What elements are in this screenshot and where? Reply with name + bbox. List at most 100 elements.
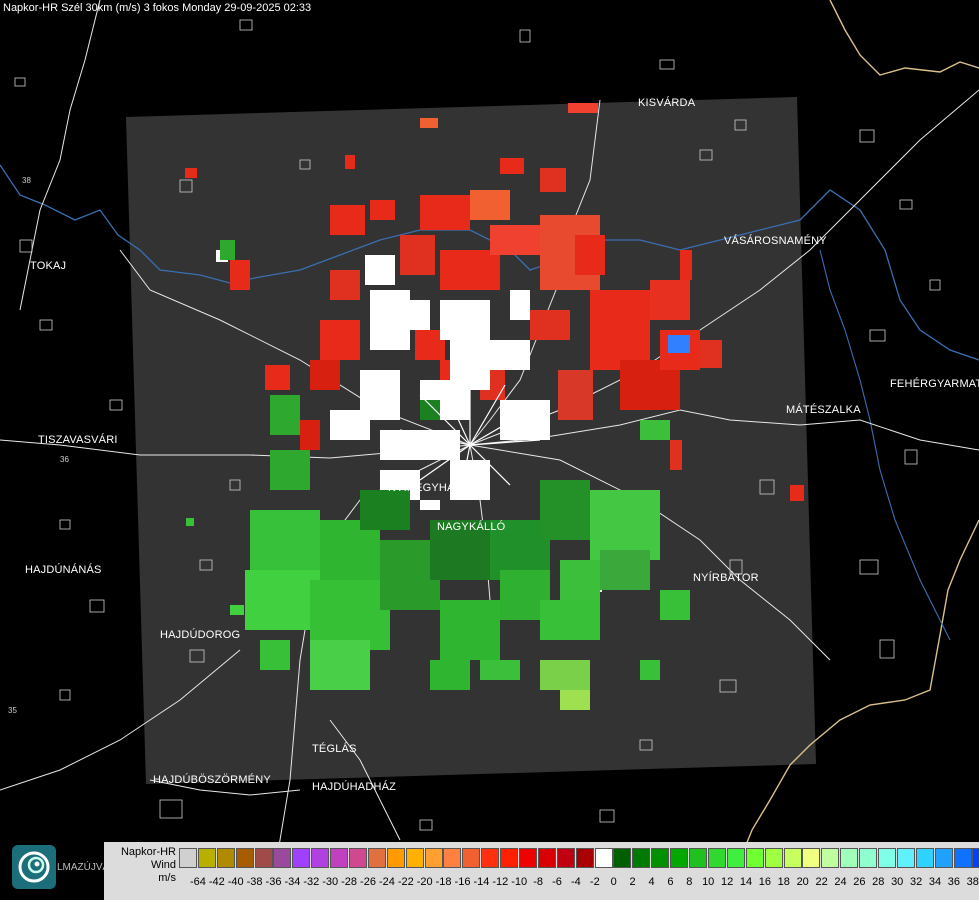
- city-label: KISVÁRDA: [638, 97, 696, 109]
- road-number-35: 35: [8, 706, 17, 715]
- legend-tick-label: -18: [435, 876, 452, 888]
- city-label: HAJDÚHADHÁZ: [312, 781, 397, 793]
- legend-tick-label: 4: [648, 876, 655, 888]
- legend-swatch: [235, 848, 254, 868]
- legend-swatch: [972, 848, 979, 868]
- legend-swatch: [651, 848, 670, 868]
- legend-tick-label: 32: [909, 876, 923, 888]
- legend-swatch: [500, 848, 519, 868]
- legend-tick-label: 28: [872, 876, 885, 888]
- legend-swatch: [556, 848, 575, 868]
- legend-swatch: [802, 848, 821, 868]
- legend-title-line1: Napkor-HR: [120, 846, 176, 858]
- legend-tick-label: 20: [796, 876, 809, 888]
- legend-tick-label: -34: [284, 876, 301, 888]
- legend-tick-label: 22: [815, 876, 828, 888]
- legend-tick-label: 6: [667, 876, 674, 888]
- city-label: VÁSÁROSNAMÉNY: [724, 235, 827, 247]
- legend-tick-label: -12: [492, 876, 509, 888]
- legend-tick-label: -6: [552, 876, 562, 888]
- legend-swatch: [367, 848, 386, 868]
- legend-tick-label: -28: [341, 876, 358, 888]
- legend-swatch: [311, 848, 330, 868]
- legend-swatch: [254, 848, 273, 868]
- legend-swatch: [273, 848, 292, 868]
- legend-tick-label: -4: [571, 876, 581, 888]
- legend-tick-label: -32: [303, 876, 320, 888]
- radar-map: 38 36 35: [0, 0, 979, 900]
- legend-swatch: [462, 848, 481, 868]
- legend-swatch: [613, 848, 632, 868]
- legend-tick-label: 24: [834, 876, 847, 888]
- legend-swatch: [519, 848, 538, 868]
- legend-swatch: [670, 848, 689, 868]
- legend-tick-label: -36: [265, 876, 282, 888]
- legend-swatch: [915, 848, 934, 868]
- legend-swatch: [216, 848, 235, 868]
- legend-swatch: [877, 848, 896, 868]
- legend-swatch: [632, 848, 651, 868]
- legend-swatch: [481, 848, 500, 868]
- szamos-river: [819, 249, 951, 641]
- legend-swatch: [386, 848, 405, 868]
- legend-swatch: [934, 848, 953, 868]
- legend-swatch: [896, 848, 915, 868]
- legend-swatch: [726, 848, 745, 868]
- legend-tick-label: 12: [720, 876, 734, 888]
- legend-tick-label: 0: [610, 876, 617, 888]
- legend-swatch: [330, 848, 349, 868]
- legend-tick-label: -42: [208, 876, 225, 888]
- city-label: HAJDÚNÁNÁS: [25, 564, 102, 576]
- legend-tick-label: 8: [686, 876, 693, 888]
- legend-tick-label: 38: [966, 876, 979, 888]
- swirl-icon: [12, 845, 56, 889]
- legend-tick-label: -22: [397, 876, 414, 888]
- legend-swatches: [179, 848, 979, 868]
- legend-tick-label: -16: [454, 876, 471, 888]
- legend-tick-label: -40: [227, 876, 244, 888]
- legend-swatch: [197, 848, 216, 868]
- city-label: NAGYKÁLLÓ: [437, 521, 506, 533]
- legend-swatch: [575, 848, 594, 868]
- legend-title: Napkor-HR Wind m/s: [104, 846, 176, 885]
- legend-tick-label: -14: [473, 876, 490, 888]
- city-label: TÉGLÁS: [312, 743, 357, 755]
- city-label: NYÍREGYHÁZA: [388, 482, 470, 494]
- legend-swatch: [349, 848, 368, 868]
- legend-swatch: [292, 848, 311, 868]
- legend-swatch: [953, 848, 972, 868]
- road-number-38: 38: [22, 176, 31, 185]
- city-label: HAJDÚDOROG: [160, 629, 241, 641]
- city-label: MÁTÉSZALKA: [786, 404, 861, 416]
- color-legend: Napkor-HR Wind m/s -64 -42 -40 -38 -36 -34 -32…: [104, 842, 979, 900]
- legend-tick-label: -26: [360, 876, 376, 888]
- legend-swatch: [594, 848, 613, 868]
- road-number-36: 36: [60, 455, 69, 464]
- legend-swatch: [443, 848, 462, 868]
- legend-swatch: [783, 848, 802, 868]
- legend-swatch: [745, 848, 764, 868]
- legend-tick-label: -8: [533, 876, 543, 888]
- city-label: NYÍRBÁTOR: [693, 572, 759, 584]
- legend-tick-label: -30: [322, 876, 339, 888]
- legend-tick-label: 10: [702, 876, 715, 888]
- legend-tick-label: -64: [189, 876, 206, 888]
- legend-tick-label: -24: [378, 876, 395, 888]
- legend-swatch: [707, 848, 726, 868]
- map-title: Napkor-HR Szél 30km (m/s) 3 fokos Monday…: [3, 2, 312, 14]
- legend-swatch: [840, 848, 859, 868]
- legend-tick-label: 16: [758, 876, 772, 888]
- legend-tick-label: -20: [416, 876, 433, 888]
- legend-swatch: [179, 848, 197, 868]
- city-label: FEHÉRGYARMAT: [890, 378, 979, 390]
- legend-swatch: [859, 848, 878, 868]
- legend-title-line2: Wind: [150, 859, 176, 871]
- legend-swatch: [689, 848, 708, 868]
- city-label: TOKAJ: [30, 260, 67, 272]
- legend-tick-label: 26: [853, 876, 866, 888]
- echo-high-velocity: [668, 335, 690, 353]
- legend-tick-label: 18: [777, 876, 790, 888]
- legend-tick-label: 34: [928, 876, 942, 888]
- legend-swatch: [821, 848, 840, 868]
- legend-swatch: [424, 848, 443, 868]
